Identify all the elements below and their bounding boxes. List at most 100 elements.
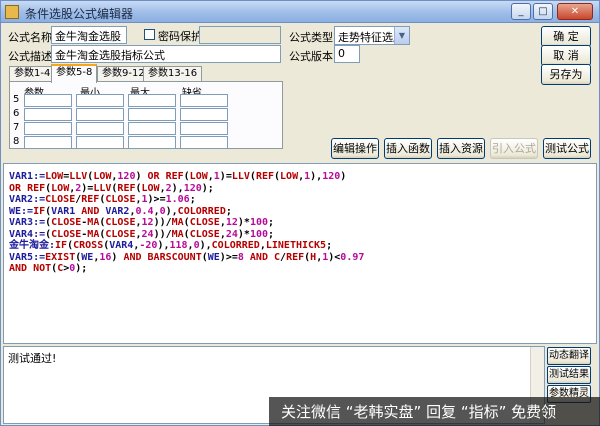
dynamic-translate-button[interactable]: 动态翻译 <box>547 347 591 365</box>
code-token: AND <box>81 205 106 217</box>
formula-type-select[interactable]: 走势特征选股 ▼ <box>334 26 410 45</box>
import-formula-button[interactable]: 引入公式 <box>490 138 538 159</box>
edit-operations-button[interactable]: 编辑操作 <box>331 138 379 159</box>
param-min-cell[interactable] <box>76 122 124 135</box>
cancel-button[interactable]: 取 消 <box>541 45 591 66</box>
code-line: 金牛淘金:IF(CROSS(VAR4,-20),118,0),COLORRED,… <box>9 240 591 252</box>
code-token: ), <box>165 205 178 217</box>
code-line: VAR4:=(CLOSE-MA(CLOSE,24))/MA(CLOSE,24)*… <box>9 229 591 241</box>
param-min-cell[interactable] <box>76 108 124 121</box>
code-token: 1.06 <box>165 194 190 205</box>
maximize-button[interactable]: □ <box>533 3 553 20</box>
code-token: LLV <box>69 171 88 182</box>
minimize-button[interactable]: _ <box>511 3 531 20</box>
code-token: ), <box>157 240 170 251</box>
insert-function-button[interactable]: 插入函数 <box>384 138 432 159</box>
code-token: )= <box>81 182 94 194</box>
code-token: IF <box>33 205 46 217</box>
param-row-number: 7 <box>13 122 20 133</box>
test-result-button[interactable]: 测试结果 <box>547 366 591 384</box>
param-name-cell[interactable] <box>24 122 72 135</box>
code-token: REF <box>81 194 100 205</box>
code-token: VAR3:= <box>9 217 46 228</box>
code-token: LINETHICK5 <box>265 240 327 251</box>
param-row-number: 6 <box>13 108 20 119</box>
password-protect-checkbox[interactable] <box>144 29 155 40</box>
code-token: VAR4:= <box>9 228 46 240</box>
password-field[interactable] <box>199 26 281 44</box>
code-line: AND NOT(C>0); <box>9 263 591 275</box>
code-token: CLOSE <box>189 228 220 240</box>
param-default-cell[interactable] <box>180 136 228 149</box>
code-token: ; <box>225 205 232 217</box>
code-token: LOW <box>141 182 160 194</box>
code-token: )* <box>237 228 250 240</box>
formula-version-input[interactable]: 0 <box>334 45 360 63</box>
code-token: ), <box>199 240 212 251</box>
tab-params-9-12[interactable]: 参数9-12 <box>97 66 150 82</box>
param-default-cell[interactable] <box>180 122 228 135</box>
code-token: REF <box>286 251 305 263</box>
code-token: ; <box>268 228 275 240</box>
code-token: VAR4 <box>109 240 134 251</box>
code-token: MA <box>87 228 100 240</box>
test-formula-button[interactable]: 测试公式 <box>543 138 591 159</box>
code-token: 118 <box>169 240 188 251</box>
code-token: VAR2:= <box>9 194 46 205</box>
code-token: VAR1 <box>51 205 82 217</box>
param-max-cell[interactable] <box>128 122 176 135</box>
code-token: CLOSE <box>51 228 82 240</box>
code-token: AND <box>243 251 274 263</box>
param-default-cell[interactable] <box>180 94 228 107</box>
param-panel: 参数 最小 最大 缺省 5 6 7 8 <box>9 81 283 149</box>
tab-params-5-8[interactable]: 参数5-8 <box>51 64 98 83</box>
code-token: )>= <box>219 251 238 263</box>
param-row-number: 8 <box>13 136 20 147</box>
code-token: ; <box>268 217 275 228</box>
code-token: WE <box>207 251 220 263</box>
code-token: ), <box>310 171 323 182</box>
code-token: COLORRED <box>211 240 260 251</box>
insert-resource-button[interactable]: 插入资源 <box>437 138 485 159</box>
code-token: )< <box>328 251 341 263</box>
formula-desc-input[interactable]: 金牛淘金选股指标公式 <box>51 45 281 63</box>
code-token: CLOSE <box>105 228 136 240</box>
chevron-down-icon: ▼ <box>394 27 409 44</box>
code-token: )>= <box>147 194 166 205</box>
code-token: MA <box>171 228 184 240</box>
code-token: 0.4 <box>135 205 154 217</box>
watermark-banner: 关注微信 “老韩实盘” 回复 “指标” 免费领 <box>269 397 600 426</box>
code-token: 16 <box>99 251 112 263</box>
password-protect-label: 密码保护 <box>158 30 202 43</box>
test-result-text: 测试通过! <box>8 352 57 365</box>
code-token: 24 <box>225 228 238 240</box>
param-max-cell[interactable] <box>128 94 176 107</box>
formula-code-editor[interactable]: VAR1:=LOW=LLV(LOW,120) OR REF(LOW,1)=LLV… <box>3 163 597 344</box>
tab-params-13-16[interactable]: 参数13-16 <box>143 66 203 82</box>
close-button[interactable]: ✕ <box>557 3 593 20</box>
code-token: ) <box>340 171 347 182</box>
param-name-cell[interactable] <box>24 108 72 121</box>
formula-name-input[interactable]: 金牛淘金选股 <box>51 26 127 44</box>
save-as-button[interactable]: 另存为 <box>541 64 591 85</box>
title-bar[interactable]: 条件选股公式编辑器 _ □ ✕ <box>1 1 599 23</box>
code-token: LOW <box>280 171 299 182</box>
code-token: ))/ <box>153 228 172 240</box>
ok-button[interactable]: 确 定 <box>541 26 591 47</box>
param-name-cell[interactable] <box>24 94 72 107</box>
tab-params-1-4[interactable]: 参数1-4 <box>9 66 56 82</box>
code-line: WE:=IF(VAR1 AND VAR2,0.4,0),COLORRED; <box>9 206 591 218</box>
code-token: OR <box>147 171 166 182</box>
param-max-cell[interactable] <box>128 136 176 149</box>
code-line: VAR3:=(CLOSE-MA(CLOSE,12))/MA(CLOSE,12)*… <box>9 217 591 229</box>
param-name-cell[interactable] <box>24 136 72 149</box>
param-min-cell[interactable] <box>76 94 124 107</box>
code-token: )= <box>219 171 232 182</box>
formula-version-label: 公式版本 <box>289 50 333 63</box>
code-token: EXIST <box>45 251 76 263</box>
code-token: ; <box>326 240 333 251</box>
param-max-cell[interactable] <box>128 108 176 121</box>
code-token: LOW <box>93 171 112 182</box>
param-default-cell[interactable] <box>180 108 228 121</box>
param-min-cell[interactable] <box>76 136 124 149</box>
